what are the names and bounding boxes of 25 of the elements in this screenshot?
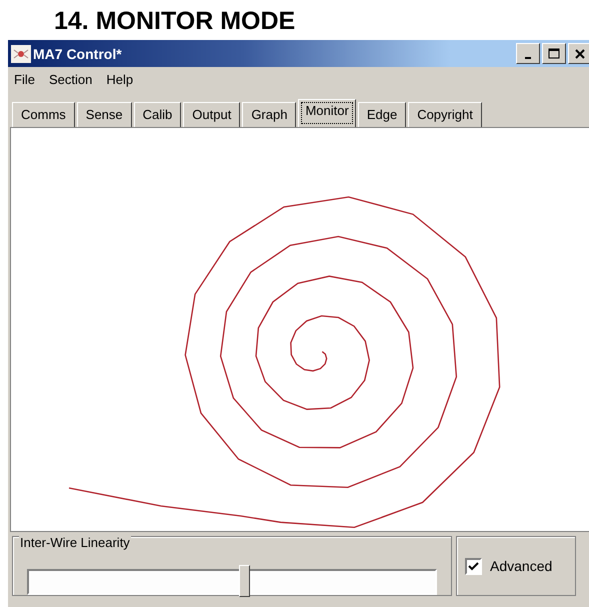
menu-item[interactable]: Section (48, 72, 92, 86)
close-icon (574, 48, 586, 60)
close-button[interactable] (568, 43, 589, 64)
group-label: Inter-Wire Linearity (19, 535, 131, 550)
menu-item[interactable]: File (14, 72, 35, 86)
tab[interactable]: Sense (76, 102, 132, 127)
tab[interactable]: Copyright (408, 102, 482, 127)
minimize-button[interactable] (516, 43, 540, 64)
minimize-icon (525, 56, 531, 58)
checkmark-icon (468, 560, 479, 572)
app-icon (11, 44, 31, 62)
maximize-button[interactable] (542, 43, 566, 64)
maximize-icon (548, 48, 560, 60)
advanced-label[interactable]: Advanced (490, 558, 552, 574)
tab[interactable]: Comms (12, 102, 75, 127)
tab[interactable]: Graph (242, 102, 296, 127)
tab[interactable]: Output (183, 102, 240, 127)
menu-item[interactable]: Help (106, 72, 134, 86)
tab[interactable]: Edge (358, 102, 406, 127)
tab[interactable]: Calib (134, 102, 182, 127)
slider-thumb[interactable] (239, 565, 250, 597)
advanced-checkbox[interactable] (465, 558, 482, 574)
section-heading: 14. MONITOR MODE (53, 6, 296, 37)
tab[interactable]: Monitor (298, 99, 356, 127)
window-title: MA7 Control* (33, 46, 123, 62)
